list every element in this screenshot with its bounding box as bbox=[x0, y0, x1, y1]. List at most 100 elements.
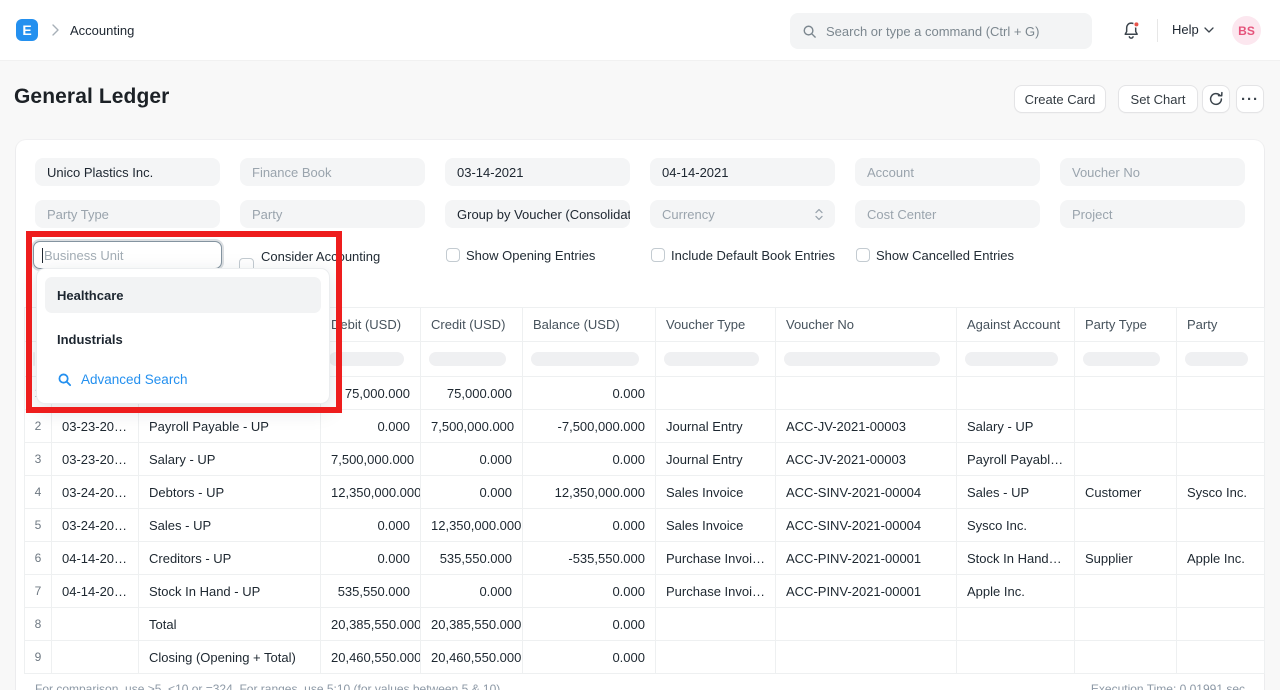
cell-posting-date[interactable]: 04-14-2021 bbox=[52, 542, 139, 575]
voucher-no-filter[interactable]: Voucher No bbox=[1060, 158, 1245, 186]
show-opening-entries-checkbox[interactable]: Show Opening Entries bbox=[446, 248, 595, 263]
column-header-party[interactable]: Party bbox=[1177, 308, 1265, 342]
column-header-balance[interactable]: Balance (USD) bbox=[523, 308, 656, 342]
cell-party[interactable] bbox=[1177, 509, 1265, 542]
dropdown-option-healthcare[interactable]: Healthcare bbox=[45, 277, 321, 313]
party-type-filter[interactable]: Party Type bbox=[35, 200, 220, 228]
cell-credit[interactable]: 20,460,550.000 bbox=[421, 641, 523, 674]
cell-balance[interactable]: 0.000 bbox=[523, 641, 656, 674]
cell-credit[interactable]: 0.000 bbox=[421, 476, 523, 509]
business-unit-input[interactable] bbox=[44, 248, 213, 263]
cell-debit[interactable]: 0.000 bbox=[321, 509, 421, 542]
table-row[interactable]: 203-23-2021Payroll Payable - UP0.0007,50… bbox=[25, 410, 1265, 443]
cell-party-type[interactable] bbox=[1075, 443, 1177, 476]
column-header-party-type[interactable]: Party Type bbox=[1075, 308, 1177, 342]
column-filter-input-party[interactable] bbox=[1185, 352, 1248, 366]
cell-party[interactable] bbox=[1177, 575, 1265, 608]
cell-against-account[interactable]: Sysco Inc. bbox=[957, 509, 1075, 542]
user-avatar[interactable]: BS bbox=[1232, 16, 1261, 45]
column-filter-input-voucher-type[interactable] bbox=[664, 352, 759, 366]
project-filter[interactable]: Project bbox=[1060, 200, 1245, 228]
cell-posting-date[interactable] bbox=[52, 641, 139, 674]
cell-account[interactable]: Closing (Opening + Total) bbox=[139, 641, 321, 674]
table-row[interactable]: 503-24-2021Sales - UP0.00012,350,000.000… bbox=[25, 509, 1265, 542]
cell-party-type[interactable] bbox=[1075, 608, 1177, 641]
to-date-filter[interactable]: 04-14-2021 bbox=[650, 158, 835, 186]
more-menu-button[interactable]: ··· bbox=[1236, 85, 1264, 113]
cell-credit[interactable]: 0.000 bbox=[421, 443, 523, 476]
cell-voucher-type[interactable]: Sales Invoice bbox=[656, 476, 776, 509]
cell-balance[interactable]: 0.000 bbox=[523, 377, 656, 410]
erpnext-logo[interactable]: E bbox=[16, 19, 38, 41]
search-input[interactable]: Search or type a command (Ctrl + G) bbox=[790, 13, 1092, 49]
business-unit-filter[interactable] bbox=[33, 241, 222, 269]
cell-party[interactable]: Apple Inc. bbox=[1177, 542, 1265, 575]
cell-party-type[interactable]: Customer bbox=[1075, 476, 1177, 509]
cell-voucher-no[interactable] bbox=[776, 641, 957, 674]
cell-party-type[interactable] bbox=[1075, 575, 1177, 608]
table-row[interactable]: 303-23-2021Salary - UP7,500,000.0000.000… bbox=[25, 443, 1265, 476]
cell-voucher-no[interactable] bbox=[776, 377, 957, 410]
cell-credit[interactable]: 0.000 bbox=[421, 575, 523, 608]
cell-posting-date[interactable] bbox=[52, 608, 139, 641]
cell-debit[interactable]: 12,350,000.000 bbox=[321, 476, 421, 509]
column-filter-input-party-type[interactable] bbox=[1083, 352, 1160, 366]
cell-posting-date[interactable]: 04-14-2021 bbox=[52, 575, 139, 608]
cell-party[interactable] bbox=[1177, 608, 1265, 641]
group-by-filter[interactable]: Group by Voucher (Consolidated) bbox=[445, 200, 630, 228]
cell-party-type[interactable]: Supplier bbox=[1075, 542, 1177, 575]
cell-party[interactable]: Sysco Inc. bbox=[1177, 476, 1265, 509]
cell-debit[interactable]: 7,500,000.000 bbox=[321, 443, 421, 476]
currency-filter[interactable]: Currency bbox=[650, 200, 835, 228]
cell-voucher-type[interactable] bbox=[656, 608, 776, 641]
cell-debit[interactable]: 0.000 bbox=[321, 410, 421, 443]
cell-voucher-no[interactable]: ACC-SINV-2021-00004 bbox=[776, 509, 957, 542]
cell-balance[interactable]: 12,350,000.000 bbox=[523, 476, 656, 509]
cell-debit[interactable]: 20,460,550.000 bbox=[321, 641, 421, 674]
refresh-button[interactable] bbox=[1202, 85, 1230, 113]
cell-balance[interactable]: -7,500,000.000 bbox=[523, 410, 656, 443]
cell-voucher-type[interactable] bbox=[656, 377, 776, 410]
cell-party-type[interactable] bbox=[1075, 641, 1177, 674]
cell-account[interactable]: Creditors - UP bbox=[139, 542, 321, 575]
advanced-search-link[interactable]: Advanced Search bbox=[45, 365, 321, 387]
cost-center-filter[interactable]: Cost Center bbox=[855, 200, 1040, 228]
cell-debit[interactable]: 75,000.000 bbox=[321, 377, 421, 410]
table-row[interactable]: 9Closing (Opening + Total)20,460,550.000… bbox=[25, 641, 1265, 674]
cell-against-account[interactable]: Sales - UP bbox=[957, 476, 1075, 509]
column-filter-input-against-account[interactable] bbox=[965, 352, 1058, 366]
cell-posting-date[interactable]: 03-24-2021 bbox=[52, 509, 139, 542]
set-chart-button[interactable]: Set Chart bbox=[1118, 85, 1198, 113]
cell-voucher-type[interactable]: Journal Entry bbox=[656, 410, 776, 443]
cell-against-account[interactable]: Salary - UP bbox=[957, 410, 1075, 443]
column-header-debit[interactable]: Debit (USD) bbox=[321, 308, 421, 342]
cell-party-type[interactable] bbox=[1075, 377, 1177, 410]
from-date-filter[interactable]: 03-14-2021 bbox=[445, 158, 630, 186]
cell-account[interactable]: Stock In Hand - UP bbox=[139, 575, 321, 608]
cell-against-account[interactable]: Apple Inc. bbox=[957, 575, 1075, 608]
table-row[interactable]: 704-14-2021Stock In Hand - UP535,550.000… bbox=[25, 575, 1265, 608]
cell-party[interactable] bbox=[1177, 410, 1265, 443]
cell-posting-date[interactable]: 03-23-2021 bbox=[52, 410, 139, 443]
cell-account[interactable]: Salary - UP bbox=[139, 443, 321, 476]
cell-party-type[interactable] bbox=[1075, 509, 1177, 542]
cell-party[interactable] bbox=[1177, 377, 1265, 410]
cell-credit[interactable]: 535,550.000 bbox=[421, 542, 523, 575]
cell-account[interactable]: Sales - UP bbox=[139, 509, 321, 542]
cell-voucher-no[interactable]: ACC-JV-2021-00003 bbox=[776, 443, 957, 476]
cell-credit[interactable]: 12,350,000.000 bbox=[421, 509, 523, 542]
column-header-voucher-type[interactable]: Voucher Type bbox=[656, 308, 776, 342]
cell-against-account[interactable]: Stock In Hand - UP bbox=[957, 542, 1075, 575]
cell-party[interactable] bbox=[1177, 641, 1265, 674]
cell-voucher-no[interactable] bbox=[776, 608, 957, 641]
company-filter[interactable]: Unico Plastics Inc. bbox=[35, 158, 220, 186]
cell-balance[interactable]: 0.000 bbox=[523, 608, 656, 641]
column-filter-input-credit[interactable] bbox=[429, 352, 506, 366]
show-cancelled-entries-checkbox[interactable]: Show Cancelled Entries bbox=[856, 248, 1014, 263]
dropdown-option-industrials[interactable]: Industrials bbox=[45, 321, 321, 357]
cell-account[interactable]: Debtors - UP bbox=[139, 476, 321, 509]
column-filter-input-voucher-no[interactable] bbox=[784, 352, 940, 366]
column-header-voucher-no[interactable]: Voucher No bbox=[776, 308, 957, 342]
column-header-credit[interactable]: Credit (USD) bbox=[421, 308, 523, 342]
cell-balance[interactable]: 0.000 bbox=[523, 575, 656, 608]
